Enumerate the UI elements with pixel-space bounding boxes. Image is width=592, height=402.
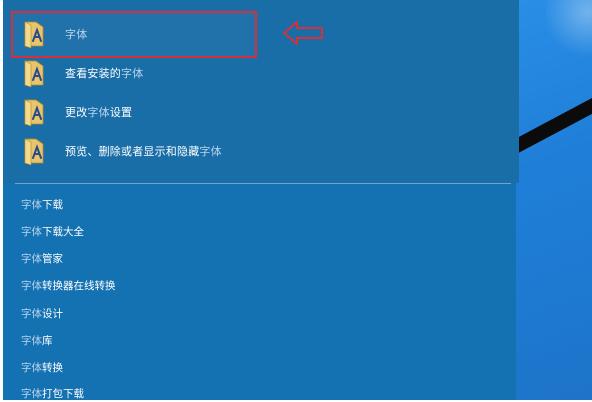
result-item-change-font-settings[interactable]: 更改字体设置	[13, 94, 493, 130]
web-suggestion-item[interactable]: 字体库	[21, 333, 53, 349]
result-item-view-installed-fonts[interactable]: 查看安装的字体	[13, 55, 493, 91]
search-results-panel: 字体 查看安装的字体 更改字体设置 预览、删除或者显示和隐藏字体 字体下载 字体…	[0, 0, 519, 400]
web-suggestion-item[interactable]: 字体转换	[21, 360, 63, 376]
web-suggestion-item[interactable]: 字体管家	[21, 251, 63, 267]
result-label: 更改字体设置	[65, 106, 133, 119]
web-suggestion-item[interactable]: 字体转换器在线转换	[21, 278, 116, 294]
result-label: 预览、删除或者显示和隐藏字体	[65, 145, 222, 158]
desktop-wallpaper-stripe	[516, 85, 592, 164]
result-item-preview-delete-fonts[interactable]: 预览、删除或者显示和隐藏字体	[13, 133, 493, 169]
web-suggestion-item[interactable]: 字体设计	[21, 306, 63, 322]
folder-font-icon	[19, 136, 49, 166]
folder-font-icon	[19, 58, 49, 88]
result-label: 查看安装的字体	[65, 67, 144, 80]
desktop-light-glow	[546, 0, 592, 60]
folder-font-icon	[19, 97, 49, 127]
folder-font-icon	[19, 19, 49, 49]
web-suggestion-item[interactable]: 字体下载	[21, 197, 63, 213]
desktop-background	[516, 0, 592, 400]
web-suggestion-item[interactable]: 字体下载大全	[21, 224, 84, 240]
section-divider	[15, 183, 511, 184]
result-item-fonts[interactable]: 字体	[13, 16, 493, 52]
result-label: 字体	[65, 28, 88, 41]
